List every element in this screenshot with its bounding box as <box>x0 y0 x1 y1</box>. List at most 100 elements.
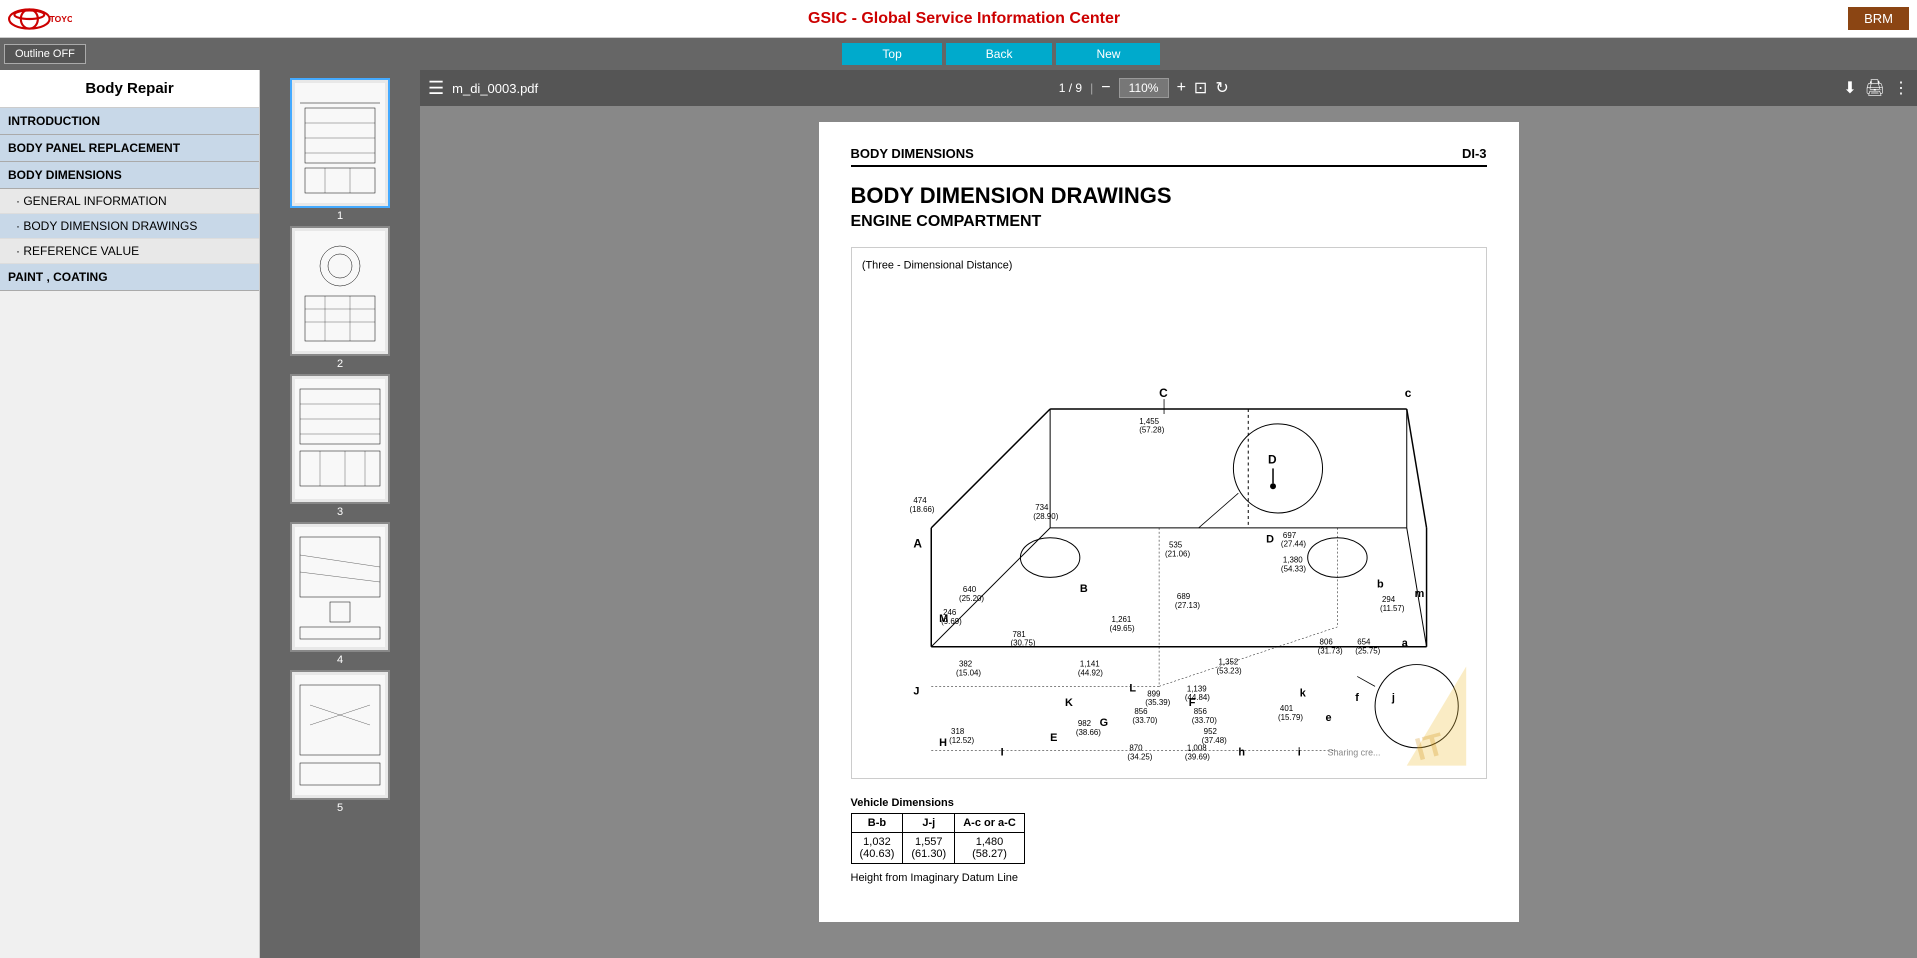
svg-text:(15.04): (15.04) <box>956 668 981 677</box>
thumbnail-5[interactable]: 5 <box>290 670 390 814</box>
vehicle-dim-label: Vehicle Dimensions <box>851 797 954 809</box>
svg-text:(53.23): (53.23) <box>1216 666 1241 675</box>
sidebar-item-general-info[interactable]: · GENERAL INFORMATION <box>0 189 259 214</box>
table-header-bb: B-b <box>851 814 903 833</box>
svg-text:952: 952 <box>1203 727 1216 736</box>
svg-text:(28.90): (28.90) <box>1033 512 1058 521</box>
svg-text:(Three - Dimensional Distance): (Three - Dimensional Distance) <box>861 259 1012 271</box>
top-button[interactable]: Top <box>842 43 941 65</box>
svg-text:(44.92): (44.92) <box>1077 668 1102 677</box>
drawing-area: (Three - Dimensional Distance) <box>851 247 1487 779</box>
new-button[interactable]: New <box>1056 43 1160 65</box>
cell-jj: 1,557(61.30) <box>903 833 955 864</box>
svg-text:246: 246 <box>943 608 957 617</box>
height-label: Height from Imaginary Datum Line <box>851 872 1487 884</box>
svg-text:E: E <box>1050 732 1057 744</box>
thumbnail-2[interactable]: 2 <box>290 226 390 370</box>
cell-bb: 1,032(40.63) <box>851 833 903 864</box>
svg-text:856: 856 <box>1193 707 1207 716</box>
pdf-download-button[interactable]: ⬇ <box>1843 78 1856 98</box>
thumbnail-4[interactable]: 4 <box>290 522 390 666</box>
thumbnail-1[interactable]: 1 <box>290 78 390 222</box>
page-header-right: DI-3 <box>1462 146 1487 161</box>
svg-text:K: K <box>1064 697 1072 709</box>
table-header-jj: J-j <box>903 814 955 833</box>
sidebar-item-body-panel[interactable]: BODY PANEL REPLACEMENT <box>0 135 259 162</box>
svg-text:L: L <box>1129 682 1136 694</box>
svg-text:(21.06): (21.06) <box>1165 550 1190 559</box>
svg-text:b: b <box>1377 578 1384 590</box>
table-header-ac: A-c or a-C <box>955 814 1025 833</box>
svg-text:I: I <box>1000 747 1003 759</box>
thumbnail-3[interactable]: 3 <box>290 374 390 518</box>
svg-text:j: j <box>1390 692 1394 704</box>
pdf-viewer: ☰ m_di_0003.pdf 1 / 9 | − + ⊡ ↻ ⬇ 🖨 ⋮ BO… <box>420 70 1917 958</box>
svg-text:(31.73): (31.73) <box>1317 647 1342 656</box>
svg-text:e: e <box>1325 712 1331 724</box>
svg-text:D: D <box>1266 534 1274 546</box>
page-header-left: BODY DIMENSIONS <box>851 146 974 161</box>
app-title: GSIC - Global Service Information Center <box>80 10 1848 28</box>
svg-text:382: 382 <box>958 660 971 669</box>
thumbnail-panel: 1 2 <box>260 70 420 958</box>
svg-text:(15.79): (15.79) <box>1277 713 1302 722</box>
sidebar-item-introduction[interactable]: INTRODUCTION <box>0 108 259 135</box>
dimensions-table: B-b J-j A-c or a-C 1,032(40.63) 1,557(61… <box>851 813 1025 864</box>
svg-text:294: 294 <box>1381 595 1395 604</box>
svg-text:k: k <box>1299 687 1306 699</box>
page-title: BODY DIMENSION DRAWINGS <box>851 183 1487 209</box>
outline-off-button[interactable]: Outline OFF <box>4 44 86 64</box>
pdf-menu-icon[interactable]: ☰ <box>428 78 444 99</box>
thumb-label-2: 2 <box>337 358 343 370</box>
sidebar-item-paint-coating[interactable]: PAINT , COATING <box>0 264 259 291</box>
pdf-zoom-input[interactable] <box>1119 78 1169 98</box>
sidebar-item-body-dim-drawings[interactable]: · BODY DIMENSION DRAWINGS <box>0 214 259 239</box>
thumb-label-4: 4 <box>337 654 343 666</box>
svg-text:697: 697 <box>1282 531 1295 540</box>
pdf-zoom-out-button[interactable]: − <box>1101 79 1110 97</box>
svg-text:D: D <box>1268 452 1277 466</box>
svg-text:474: 474 <box>913 496 927 505</box>
pdf-page-indicator: 1 / 9 <box>1059 81 1082 95</box>
pdf-content[interactable]: BODY DIMENSIONS DI-3 BODY DIMENSION DRAW… <box>420 106 1917 958</box>
svg-text:(9.69): (9.69) <box>941 617 962 626</box>
pdf-more-button[interactable]: ⋮ <box>1893 78 1909 98</box>
svg-text:781: 781 <box>1012 630 1026 639</box>
svg-text:640: 640 <box>962 585 976 594</box>
svg-text:(11.57): (11.57) <box>1380 604 1405 613</box>
pdf-separator: | <box>1090 81 1093 95</box>
pdf-print-button[interactable]: 🖨 <box>1865 78 1885 98</box>
svg-text:654: 654 <box>1357 638 1371 647</box>
pdf-filename: m_di_0003.pdf <box>452 81 1051 96</box>
brm-badge: BRM <box>1848 7 1909 30</box>
sidebar-item-body-dimensions[interactable]: BODY DIMENSIONS <box>0 162 259 189</box>
svg-text:(12.52): (12.52) <box>949 736 974 745</box>
svg-text:f: f <box>1355 692 1359 704</box>
sidebar-item-reference-value[interactable]: · REFERENCE VALUE <box>0 239 259 264</box>
svg-text:(44.84): (44.84) <box>1184 693 1209 702</box>
svg-text:(30.75): (30.75) <box>1010 639 1035 648</box>
svg-text:(39.69): (39.69) <box>1184 753 1209 762</box>
svg-text:982: 982 <box>1077 719 1090 728</box>
thumb-label-5: 5 <box>337 802 343 814</box>
svg-text:(35.39): (35.39) <box>1145 698 1170 707</box>
svg-text:318: 318 <box>951 727 965 736</box>
svg-text:870: 870 <box>1129 744 1143 753</box>
pdf-rotate-button[interactable]: ↻ <box>1215 78 1228 98</box>
svg-text:806: 806 <box>1319 638 1333 647</box>
svg-text:TOYOTA: TOYOTA <box>50 14 72 24</box>
back-button[interactable]: Back <box>946 43 1053 65</box>
svg-text:A: A <box>913 537 922 551</box>
svg-text:734: 734 <box>1035 503 1049 512</box>
svg-text:(18.66): (18.66) <box>909 505 934 514</box>
svg-text:1,352: 1,352 <box>1218 658 1238 667</box>
pdf-fit-page-button[interactable]: ⊡ <box>1194 78 1207 98</box>
svg-text:c: c <box>1404 386 1411 400</box>
svg-text:1,261: 1,261 <box>1111 615 1131 624</box>
svg-text:1,139: 1,139 <box>1186 684 1206 693</box>
thumb-label-1: 1 <box>337 210 343 222</box>
pdf-zoom-in-button[interactable]: + <box>1177 79 1186 97</box>
thumb-label-3: 3 <box>337 506 343 518</box>
svg-text:C: C <box>1159 386 1168 400</box>
svg-text:(49.65): (49.65) <box>1109 624 1134 633</box>
